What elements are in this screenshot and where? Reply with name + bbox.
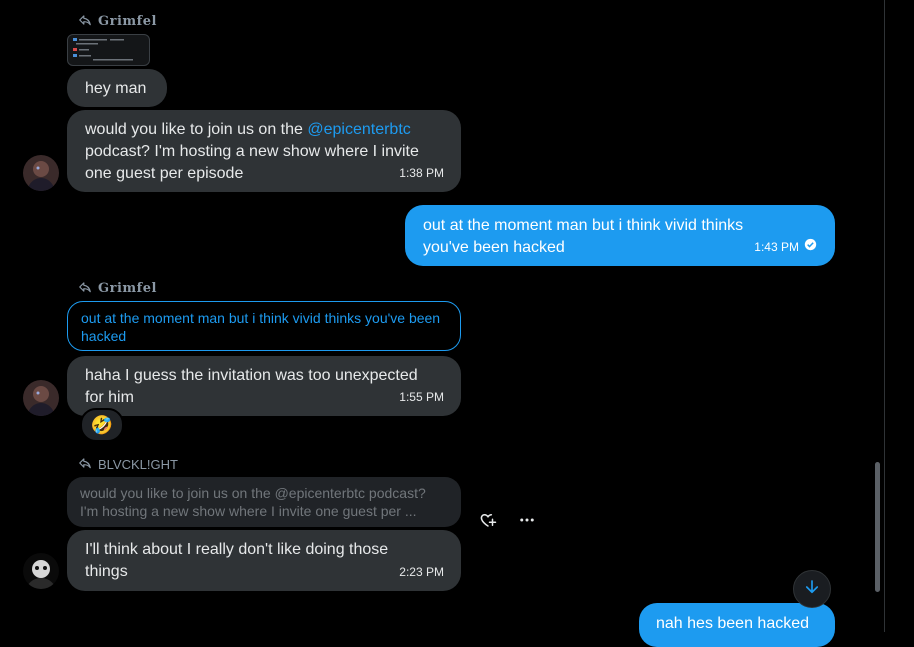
image-thumbnail[interactable]	[67, 34, 150, 66]
screenshot-preview-icon	[73, 38, 133, 61]
quoted-text-line: would you like to join us on the @epicen…	[80, 485, 426, 501]
reply-target-name: Grimfel	[98, 14, 157, 29]
message-bubble-outgoing[interactable]: nah hes been hacked	[639, 603, 835, 647]
message-text-line: podcast? I'm hosting a new show where I …	[85, 143, 419, 160]
reply-target-name: Grimfel	[98, 281, 157, 296]
reply-arrow-icon	[78, 456, 92, 473]
reply-header: Grimfel	[78, 13, 157, 30]
message-text-line: haha I guess the invitation was too unex…	[85, 367, 418, 384]
quoted-message[interactable]: out at the moment man but i think vivid …	[67, 301, 461, 351]
heart-plus-icon	[479, 511, 497, 534]
quoted-text-line: I'm hosting a new show where I invite on…	[80, 503, 417, 519]
message-meta: 1:43 PM	[754, 236, 817, 258]
message-bubble[interactable]: I'll think about I really don't like doi…	[67, 530, 461, 591]
message-bubble[interactable]: would you like to join us on the @epicen…	[67, 110, 461, 192]
check-circle-icon	[804, 236, 817, 258]
message-timestamp: 1:38 PM	[399, 166, 444, 180]
message-text: hey man	[85, 80, 147, 97]
reply-arrow-icon	[78, 13, 92, 30]
reply-header: Grimfel	[78, 280, 157, 297]
reply-target-name: BLVCKL!GHT	[98, 457, 178, 472]
avatar[interactable]	[23, 380, 59, 416]
quoted-text: out at the moment man but i think vivid …	[81, 310, 441, 344]
message-timestamp: 1:43 PM	[754, 240, 799, 254]
scrollbar-thumb[interactable]	[875, 462, 880, 592]
message-text-line: things	[85, 563, 128, 580]
message-bubble[interactable]: haha I guess the invitation was too unex…	[67, 356, 461, 416]
message-timestamp: 2:23 PM	[399, 565, 444, 579]
message-text-line: out at the moment man but i think vivid …	[423, 217, 744, 234]
rofl-emoji: 🤣	[90, 414, 114, 435]
message-text-line: I'll think about I really don't like doi…	[85, 541, 389, 558]
quoted-message[interactable]: would you like to join us on the @epicen…	[67, 477, 461, 527]
reply-header: BLVCKL!GHT	[78, 456, 178, 473]
mention-link[interactable]: @epicenterbtc	[307, 121, 410, 138]
message-text-line: one guest per episode	[85, 165, 244, 182]
more-options-button[interactable]	[515, 510, 539, 534]
message-bubble[interactable]: hey man	[67, 69, 167, 107]
message-timestamp: 1:55 PM	[399, 390, 444, 404]
scroll-to-bottom-button[interactable]	[793, 570, 831, 608]
arrow-down-icon	[803, 578, 821, 601]
avatar[interactable]	[23, 155, 59, 191]
message-text: would you like to join us on the @epicen…	[85, 121, 411, 138]
avatar[interactable]	[23, 553, 59, 589]
message-text-line: for him	[85, 389, 134, 406]
more-icon	[518, 511, 536, 534]
reaction-badge[interactable]: 🤣	[80, 408, 124, 442]
reply-arrow-icon	[78, 280, 92, 297]
column-divider	[884, 0, 885, 632]
message-bubble-outgoing[interactable]: out at the moment man but i think vivid …	[405, 205, 835, 266]
add-reaction-button[interactable]	[476, 510, 500, 534]
